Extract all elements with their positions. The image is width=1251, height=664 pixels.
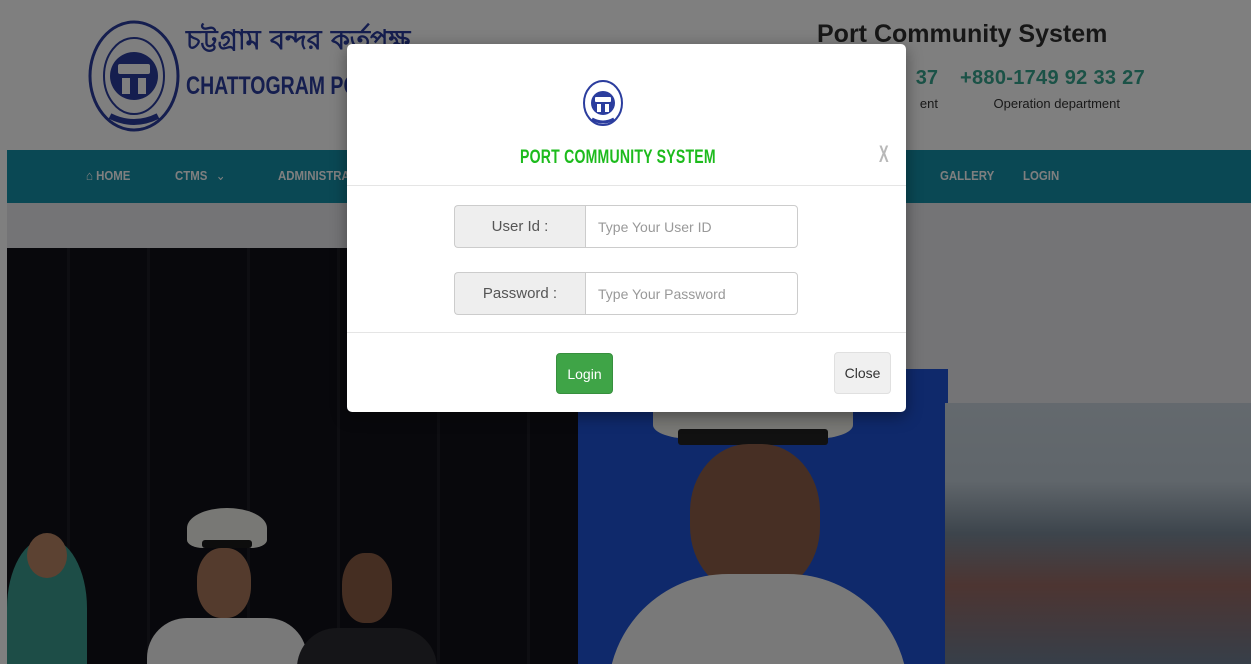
password-label: Password :: [454, 272, 585, 315]
modal-title: PORT COMMUNITY SYSTEM: [520, 147, 716, 168]
modal-header: PORT COMMUNITY SYSTEM X: [347, 44, 906, 186]
user-id-label: User Id :: [454, 205, 585, 248]
login-button[interactable]: Login: [556, 353, 613, 394]
close-button[interactable]: Close: [834, 352, 891, 394]
login-modal: PORT COMMUNITY SYSTEM X User Id : Passwo…: [347, 44, 906, 412]
user-id-group: User Id :: [454, 205, 798, 248]
password-input[interactable]: [585, 272, 798, 315]
login-form: User Id : Password :: [347, 186, 906, 333]
password-group: Password :: [454, 272, 798, 315]
modal-footer: Login Close: [347, 333, 906, 412]
cpa-seal-logo-icon: [583, 80, 623, 126]
user-id-input[interactable]: [585, 205, 798, 248]
close-icon[interactable]: X: [879, 141, 889, 169]
